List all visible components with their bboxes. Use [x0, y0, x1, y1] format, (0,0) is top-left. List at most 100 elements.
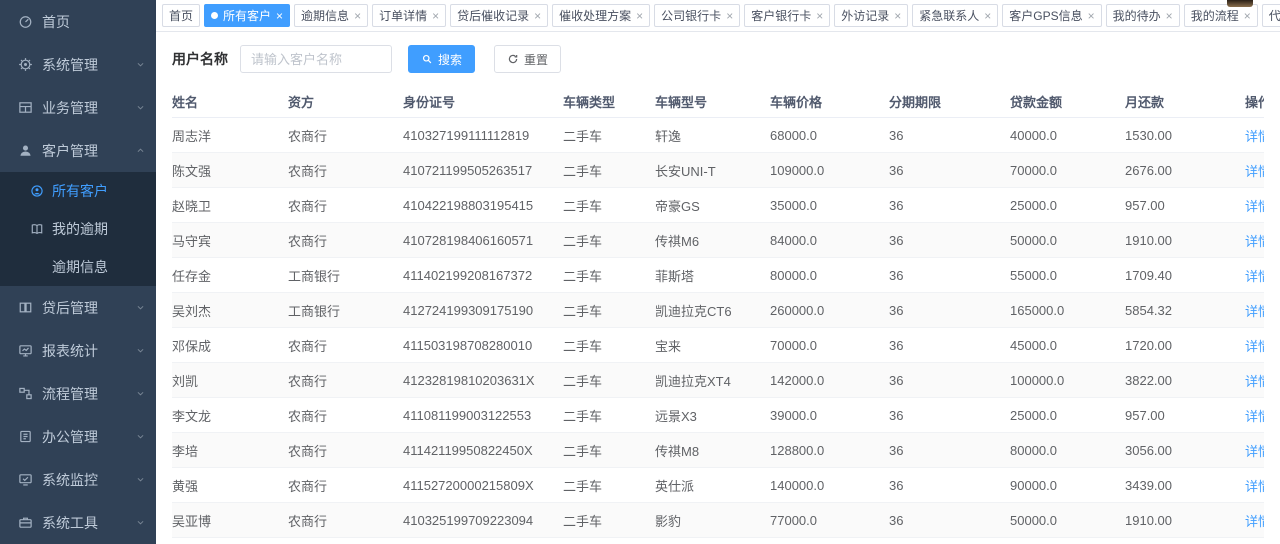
tab-7[interactable]: 客户银行卡× — [744, 4, 830, 27]
close-icon[interactable]: × — [534, 10, 541, 22]
detail-link[interactable]: 详情 — [1245, 129, 1264, 144]
close-icon[interactable]: × — [726, 10, 733, 22]
cell-funder: 农商行 — [288, 406, 403, 425]
cell-vehicle_price: 70000.0 — [770, 338, 889, 353]
sidebar-item-2[interactable]: 业务管理 — [0, 86, 156, 129]
cell-monthly_payment: 3822.00 — [1125, 373, 1245, 388]
main-panel: 首页所有客户×逾期信息×订单详情×贷后催收记录×催收处理方案×公司银行卡×客户银… — [156, 0, 1280, 544]
sidebar-item-9[interactable]: 系统工具 — [0, 501, 156, 544]
cell-name: 周志洋 — [172, 126, 288, 145]
detail-link[interactable]: 详情 — [1245, 444, 1264, 459]
detail-link[interactable]: 详情 — [1245, 514, 1264, 529]
cell-vehicle_model: 长安UNI-T — [655, 161, 770, 180]
detail-link[interactable]: 详情 — [1245, 479, 1264, 494]
cell-funder: 农商行 — [288, 441, 403, 460]
detail-link[interactable]: 详情 — [1245, 409, 1264, 424]
detail-link[interactable]: 详情 — [1245, 339, 1264, 354]
tab-2[interactable]: 逾期信息× — [294, 4, 368, 27]
cell-installment_term: 36 — [889, 408, 1010, 423]
close-icon[interactable]: × — [276, 10, 283, 22]
cell-action: 详情 — [1245, 336, 1264, 355]
tab-3[interactable]: 订单详情× — [372, 4, 446, 27]
column-header-monthly_payment: 月还款 — [1125, 92, 1245, 111]
overdue-book-icon — [30, 222, 44, 236]
cell-action: 详情 — [1245, 231, 1264, 250]
detail-link[interactable]: 详情 — [1245, 234, 1264, 249]
tab-9[interactable]: 紧急联系人 × — [912, 4, 998, 27]
cell-id_number: 410721199505263517 — [403, 163, 563, 178]
sidebar-item-label: 首页 — [42, 12, 70, 32]
cell-monthly_payment: 1530.00 — [1125, 128, 1245, 143]
search-button[interactable]: 搜索 — [408, 45, 475, 73]
close-icon[interactable]: × — [636, 10, 643, 22]
cell-loan_amount: 165000.0 — [1010, 303, 1125, 318]
submenu-item-0[interactable]: 所有客户 — [0, 172, 156, 210]
tab-label: 首页 — [169, 7, 193, 24]
cell-funder: 农商行 — [288, 196, 403, 215]
close-icon[interactable]: × — [894, 10, 901, 22]
tab-12[interactable]: 我的流程× — [1184, 4, 1258, 27]
tab-11[interactable]: 我的待办× — [1106, 4, 1180, 27]
cell-vehicle_price: 109000.0 — [770, 163, 889, 178]
cell-id_number: 41142119950822450X — [403, 443, 563, 458]
table-row: 刘凯农商行41232819810203631X二手车凯迪拉克XT4142000.… — [172, 363, 1264, 398]
cell-installment_term: 36 — [889, 198, 1010, 213]
cell-installment_term: 36 — [889, 268, 1010, 283]
cell-vehicle_model: 宝来 — [655, 336, 770, 355]
close-icon[interactable]: × — [1088, 10, 1095, 22]
submenu-item-2[interactable]: 逾期信息 — [0, 248, 156, 286]
search-input[interactable] — [240, 45, 392, 73]
detail-link[interactable]: 详情 — [1245, 164, 1264, 179]
tab-0[interactable]: 首页 — [162, 4, 200, 27]
tab-6[interactable]: 公司银行卡× — [654, 4, 740, 27]
cell-funder: 农商行 — [288, 336, 403, 355]
column-header-vehicle_price: 车辆价格 — [770, 92, 889, 111]
sidebar-item-1[interactable]: 系统管理 — [0, 43, 156, 86]
close-icon[interactable]: × — [1166, 10, 1173, 22]
tab-13[interactable]: 代签任务× — [1262, 4, 1280, 27]
detail-link[interactable]: 详情 — [1245, 304, 1264, 319]
report-chart-icon — [18, 343, 33, 358]
close-icon[interactable]: × — [816, 10, 823, 22]
close-icon[interactable]: × — [984, 10, 991, 22]
tab-8[interactable]: 外访记录 × — [834, 4, 908, 27]
sidebar-item-8[interactable]: 系统监控 — [0, 458, 156, 501]
close-icon[interactable]: × — [1244, 10, 1251, 22]
cell-vehicle_type: 二手车 — [563, 476, 655, 495]
reset-button[interactable]: 重置 — [494, 45, 561, 73]
sidebar-item-7[interactable]: 办公管理 — [0, 415, 156, 458]
avatar[interactable] — [1227, 0, 1253, 7]
sidebar-item-6[interactable]: 流程管理 — [0, 372, 156, 415]
cell-installment_term: 36 — [889, 233, 1010, 248]
tab-5[interactable]: 催收处理方案× — [552, 4, 650, 27]
cell-name: 邓保成 — [172, 336, 288, 355]
tab-label: 紧急联系人 — [919, 7, 979, 24]
detail-link[interactable]: 详情 — [1245, 199, 1264, 214]
detail-link[interactable]: 详情 — [1245, 269, 1264, 284]
close-icon[interactable]: × — [432, 10, 439, 22]
cell-vehicle_type: 二手车 — [563, 441, 655, 460]
submenu-item-1[interactable]: 我的逾期 — [0, 210, 156, 248]
cell-id_number: 410422198803195415 — [403, 198, 563, 213]
sidebar-item-4[interactable]: 贷后管理 — [0, 286, 156, 329]
tab-label: 外访记录 — [841, 7, 889, 24]
monitor-icon — [18, 472, 33, 487]
cell-vehicle_price: 35000.0 — [770, 198, 889, 213]
cell-loan_amount: 100000.0 — [1010, 373, 1125, 388]
sidebar-item-0[interactable]: 首页 — [0, 0, 156, 43]
submenu: 所有客户我的逾期逾期信息 — [0, 172, 156, 286]
tab-label: 贷后催收记录 — [457, 7, 529, 24]
sidebar-item-3[interactable]: 客户管理 — [0, 129, 156, 172]
cell-vehicle_price: 77000.0 — [770, 513, 889, 528]
tab-10[interactable]: 客户GPS信息× — [1002, 4, 1101, 27]
sidebar-item-5[interactable]: 报表统计 — [0, 329, 156, 372]
detail-link[interactable]: 详情 — [1245, 374, 1264, 389]
tab-4[interactable]: 贷后催收记录 × — [450, 4, 548, 27]
sidebar-item-label: 办公管理 — [42, 427, 98, 447]
tab-1[interactable]: 所有客户× — [204, 4, 290, 27]
search-label: 用户名称 — [172, 49, 228, 69]
cell-vehicle_type: 二手车 — [563, 371, 655, 390]
cell-monthly_payment: 2676.00 — [1125, 163, 1245, 178]
content-area: 用户名称 搜索 重置 姓名资方身份证号车辆类型车辆型号车辆价格分期 — [156, 32, 1280, 544]
close-icon[interactable]: × — [354, 10, 361, 22]
